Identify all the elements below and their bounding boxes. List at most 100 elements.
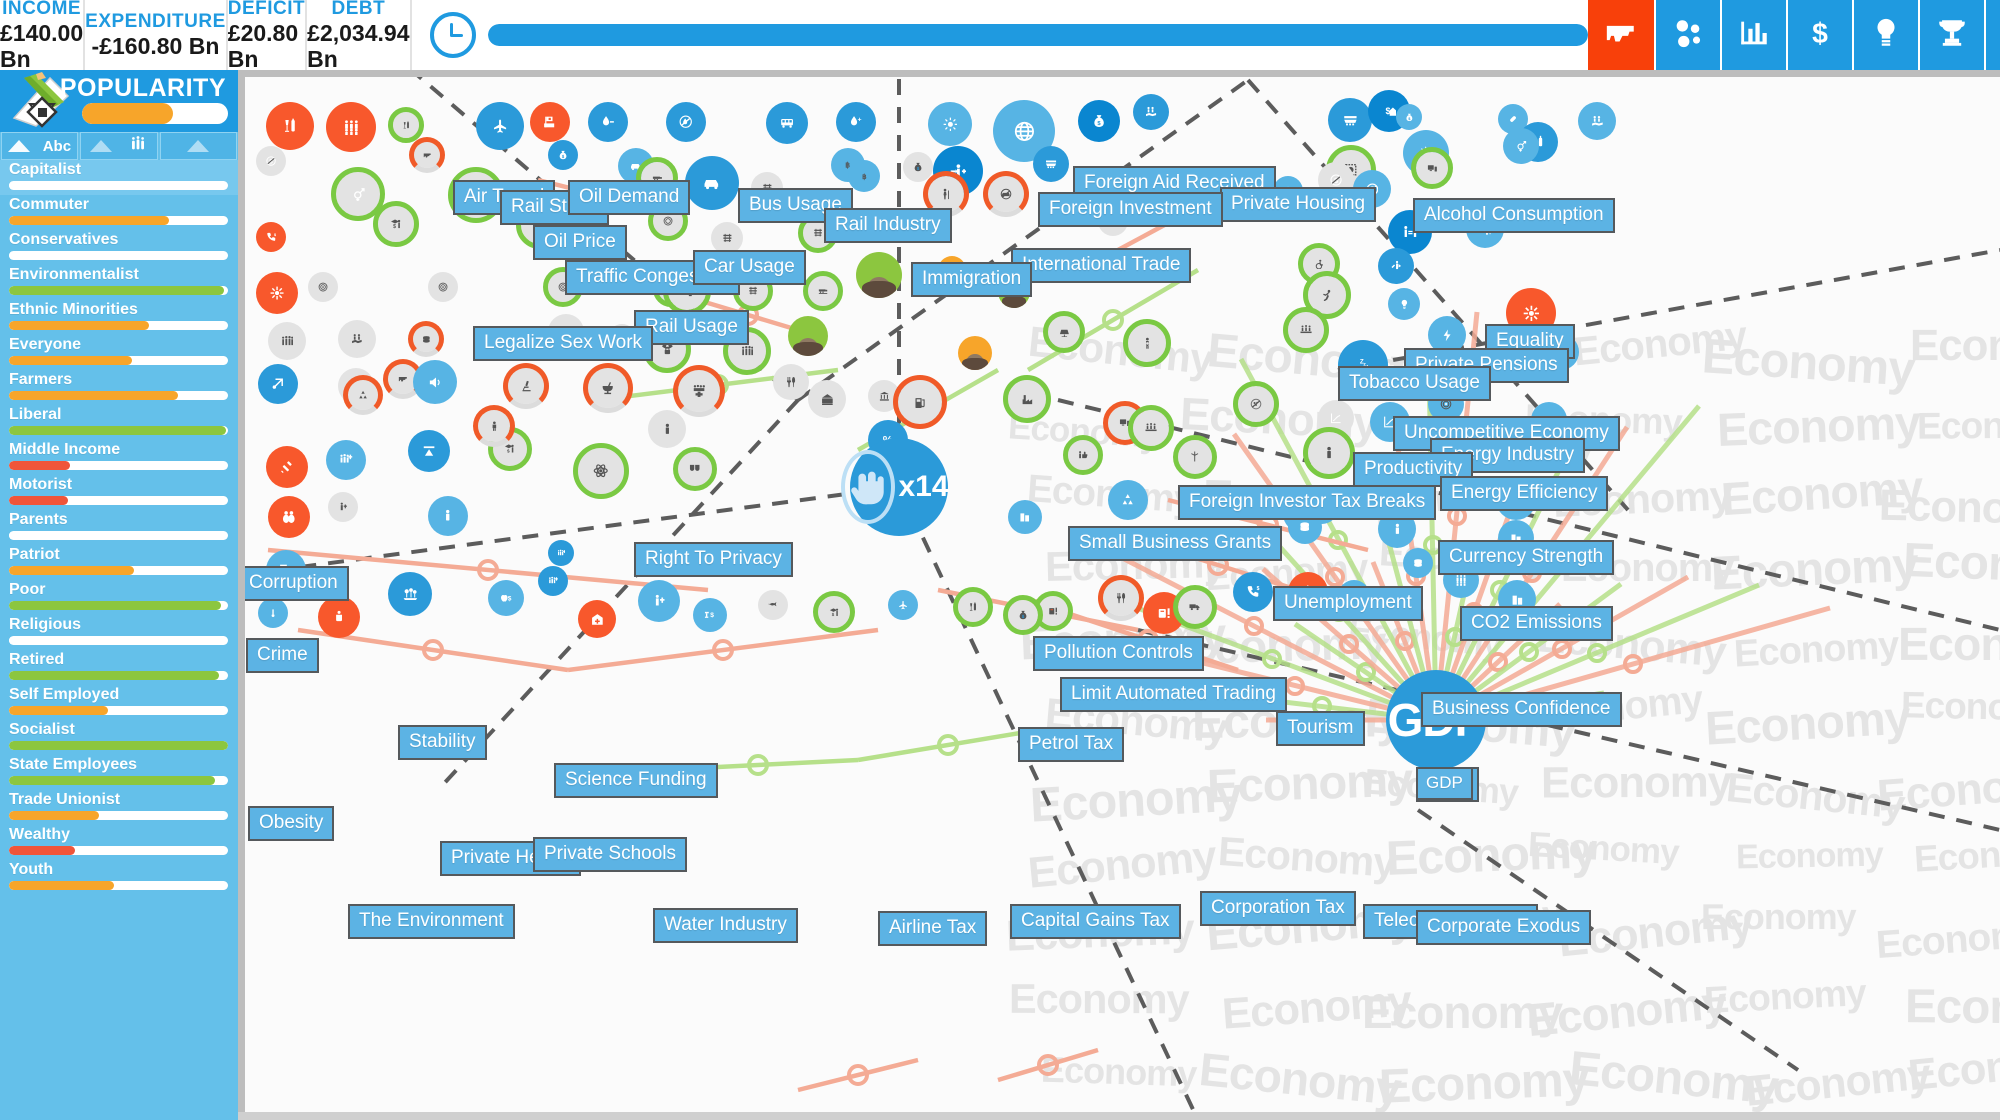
policy-label[interactable]: Right To Privacy — [634, 542, 793, 577]
popularity-row[interactable]: State Employees — [0, 755, 238, 790]
policy-node[interactable] — [666, 102, 706, 142]
ideas-button[interactable] — [1851, 0, 1918, 70]
policy-node[interactable] — [766, 102, 808, 144]
policy-node[interactable] — [308, 272, 338, 302]
popularity-row[interactable]: Religious — [0, 615, 238, 650]
policy-node[interactable]: $ — [256, 146, 286, 176]
policy-node[interactable] — [928, 102, 972, 146]
finance-button[interactable]: $ — [1785, 0, 1852, 70]
policy-label[interactable]: Corporate Exodus — [1416, 910, 1592, 945]
policy-node[interactable] — [685, 156, 739, 210]
policy-map[interactable]: Economy Economy Economy Economy Economy Econo… — [238, 70, 2000, 1120]
policy-node[interactable]: $ — [488, 580, 524, 616]
policy-label[interactable]: Private Schools — [533, 837, 688, 872]
popularity-row[interactable]: Patriot — [0, 545, 238, 580]
policy-label[interactable]: Currency Strength — [1438, 540, 1615, 575]
policy-node[interactable] — [268, 496, 310, 538]
popularity-row[interactable]: Self Employed — [0, 685, 238, 720]
hub-node[interactable]: x14 — [841, 438, 949, 536]
policy-label[interactable]: Private Housing — [1220, 187, 1377, 222]
policy-label[interactable]: Stability — [398, 725, 487, 760]
policy-label[interactable]: Legalize Sex Work — [473, 326, 654, 361]
policy-label[interactable]: Limit Automated Trading — [1060, 677, 1287, 712]
policy-node[interactable] — [328, 492, 358, 522]
popularity-row[interactable]: Retired — [0, 650, 238, 685]
policy-node[interactable] — [648, 410, 686, 448]
policy-label[interactable]: Car Usage — [693, 250, 806, 285]
policy-node[interactable]: $ — [548, 140, 578, 170]
popularity-row[interactable]: Parents — [0, 510, 238, 545]
policy-node[interactable] — [266, 102, 314, 150]
policy-node[interactable]: $ — [1396, 104, 1422, 130]
popularity-row[interactable]: Poor — [0, 580, 238, 615]
policy-label[interactable]: Oil Demand — [568, 180, 691, 215]
policy-node[interactable] — [1578, 102, 1616, 140]
policy-label[interactable]: Crime — [246, 638, 319, 673]
policy-node[interactable] — [1328, 98, 1372, 142]
policy-node[interactable]: $ — [1078, 100, 1120, 142]
policy-node[interactable] — [1378, 248, 1414, 284]
policy-node[interactable] — [388, 572, 432, 616]
policy-node[interactable]: $ — [1233, 572, 1273, 612]
statistics-button[interactable] — [1719, 0, 1786, 70]
popularity-row[interactable]: Farmers — [0, 370, 238, 405]
popularity-row[interactable]: Socialist — [0, 720, 238, 755]
popularity-row[interactable]: Motorist — [0, 475, 238, 510]
popularity-row[interactable]: Liberal — [0, 405, 238, 440]
policy-node[interactable] — [1403, 548, 1433, 578]
policy-label[interactable]: Airline Tax — [878, 911, 988, 946]
policy-label[interactable]: Capital Gains Tax — [1010, 904, 1181, 939]
policy-label[interactable]: Science Funding — [554, 763, 718, 798]
policy-node[interactable] — [578, 600, 616, 638]
policy-node[interactable] — [428, 496, 468, 536]
policy-label[interactable]: Foreign Investment — [1038, 192, 1223, 227]
sort-alphabetical[interactable]: Abc — [1, 132, 79, 160]
popularity-row[interactable]: Capitalist — [0, 160, 238, 195]
policy-node[interactable] — [1133, 94, 1169, 130]
policy-node[interactable] — [1108, 480, 1148, 520]
policy-label[interactable]: Tourism — [1276, 711, 1365, 746]
policy-label[interactable]: Energy Efficiency — [1440, 476, 1609, 511]
policy-label[interactable]: Petrol Tax — [1018, 727, 1125, 762]
popularity-row[interactable]: Commuter — [0, 195, 238, 230]
policy-node[interactable]: $ — [693, 598, 727, 632]
policy-label[interactable]: Small Business Grants — [1068, 526, 1283, 561]
policy-node[interactable] — [256, 272, 298, 314]
policy-label[interactable]: Obesity — [248, 806, 335, 841]
policy-node[interactable] — [638, 580, 680, 622]
popularity-row[interactable]: Everyone — [0, 335, 238, 370]
policy-node[interactable] — [258, 364, 298, 404]
policy-label[interactable]: The Environment — [348, 904, 515, 939]
policy-node[interactable] — [538, 566, 568, 596]
policy-node[interactable] — [258, 598, 288, 628]
population-button[interactable] — [1653, 0, 1720, 70]
policy-node[interactable] — [773, 364, 809, 400]
policy-node[interactable] — [530, 102, 570, 142]
voter-portrait[interactable] — [958, 336, 992, 370]
policy-node[interactable] — [758, 590, 788, 620]
policy-node[interactable] — [268, 322, 306, 360]
policy-node[interactable] — [1503, 128, 1539, 164]
policy-label[interactable]: Corporation Tax — [1200, 891, 1356, 926]
policy-label[interactable]: Alcohol Consumption — [1413, 198, 1615, 233]
policy-node[interactable] — [326, 102, 376, 152]
map-canvas[interactable]: Economy Economy Economy Economy Economy Econo… — [238, 70, 2000, 1120]
policy-node[interactable] — [588, 102, 628, 142]
policy-node[interactable] — [808, 380, 846, 418]
voter-portrait[interactable] — [788, 316, 828, 356]
policy-label[interactable]: Immigration — [911, 262, 1033, 297]
popularity-row[interactable]: Middle Income — [0, 440, 238, 475]
policy-label[interactable]: Water Industry — [653, 908, 798, 943]
voters-button[interactable] — [1983, 0, 2000, 70]
policy-node[interactable] — [1008, 500, 1042, 534]
popularity-row[interactable]: Ethnic Minorities — [0, 300, 238, 335]
policy-label[interactable]: International Trade — [1011, 248, 1192, 283]
sort-by-value[interactable] — [159, 132, 237, 160]
policy-node[interactable] — [476, 102, 524, 150]
policy-label[interactable]: Oil Price — [533, 225, 627, 260]
policy-label[interactable]: Unemployment — [1273, 586, 1423, 621]
achievements-button[interactable] — [1917, 0, 1984, 70]
popularity-row[interactable]: Environmentalist — [0, 265, 238, 300]
popularity-row[interactable]: Trade Unionist — [0, 790, 238, 825]
crime-button[interactable] — [1587, 0, 1654, 70]
